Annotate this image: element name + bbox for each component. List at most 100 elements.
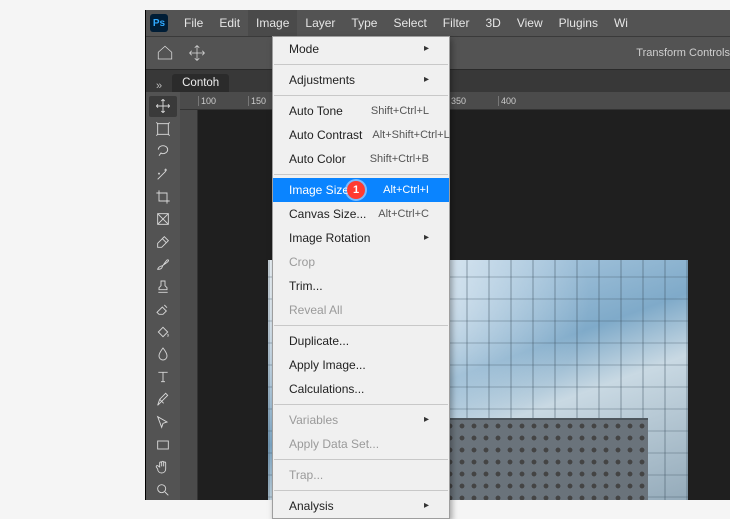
menu-layer[interactable]: Layer — [297, 10, 343, 36]
brush-icon — [155, 256, 171, 272]
menu-item-label: Image Rotation — [289, 229, 370, 247]
lasso-tool[interactable] — [149, 141, 177, 162]
menu-item-apply-data-set: Apply Data Set... — [273, 432, 449, 456]
menu-item-label: Adjustments — [289, 71, 355, 89]
menu-item-label: Variables — [289, 411, 338, 429]
menu-3d[interactable]: 3D — [477, 10, 508, 36]
menu-wi[interactable]: Wi — [606, 10, 636, 36]
menu-item-label: Trap... — [289, 466, 323, 484]
hand-icon — [155, 459, 171, 475]
move-icon — [155, 98, 171, 114]
eraser-tool[interactable] — [149, 299, 177, 320]
zoom-icon — [155, 482, 171, 498]
smudge-icon — [155, 346, 171, 362]
menu-item-label: Trim... — [289, 277, 323, 295]
panel-collapse-icon[interactable]: » — [156, 80, 162, 92]
menu-item-calculations[interactable]: Calculations... — [273, 377, 449, 401]
menu-item-duplicate[interactable]: Duplicate... — [273, 329, 449, 353]
menu-item-label: Auto Contrast — [289, 126, 362, 144]
menu-item-label: Apply Data Set... — [289, 435, 379, 453]
rectangle-icon — [155, 437, 171, 453]
tool-panel — [146, 92, 180, 500]
menu-separator — [274, 174, 448, 175]
menu-item-canvas-size[interactable]: Canvas Size...Alt+Ctrl+C — [273, 202, 449, 226]
ruler-tick: 400 — [498, 96, 548, 106]
ruler-vertical — [180, 110, 198, 500]
menu-type[interactable]: Type — [343, 10, 385, 36]
paint-bucket-tool[interactable] — [149, 322, 177, 343]
menu-item-analysis[interactable]: Analysis — [273, 494, 449, 518]
move-tool[interactable] — [149, 96, 177, 117]
menu-item-label: Canvas Size... — [289, 205, 366, 223]
menu-item-label: Auto Color — [289, 150, 346, 168]
eyedropper-icon — [155, 234, 171, 250]
menu-item-shortcut: Shift+Ctrl+L — [361, 102, 429, 120]
step-badge: 1 — [347, 181, 365, 199]
hand-tool[interactable] — [149, 457, 177, 478]
canvas-area[interactable]: 100150200250300350400 — [180, 92, 730, 500]
zoom-tool[interactable] — [149, 480, 177, 501]
crop-icon — [155, 189, 171, 205]
menu-item-trim[interactable]: Trim... — [273, 274, 449, 298]
menu-item-trap: Trap... — [273, 463, 449, 487]
brush-tool[interactable] — [149, 254, 177, 275]
menu-item-auto-color[interactable]: Auto Color Shift+Ctrl+B — [273, 147, 449, 171]
menu-file[interactable]: File — [176, 10, 211, 36]
transform-controls-label[interactable]: Transform Controls — [636, 47, 730, 59]
menu-item-auto-contrast[interactable]: Auto ContrastAlt+Shift+Ctrl+L — [273, 123, 449, 147]
image-menu-dropdown: ModeAdjustmentsAuto ToneShift+Ctrl+LAuto… — [272, 36, 450, 519]
menu-edit[interactable]: Edit — [211, 10, 248, 36]
home-icon[interactable] — [156, 44, 174, 62]
eyedropper-tool[interactable] — [149, 231, 177, 252]
eraser-icon — [155, 301, 171, 317]
menu-separator — [274, 459, 448, 460]
crop-tool[interactable] — [149, 186, 177, 207]
menu-item-shortcut: Alt+Shift+Ctrl+L — [362, 126, 449, 144]
menu-item-image-rotation[interactable]: Image Rotation — [273, 226, 449, 250]
menu-item-label: Duplicate... — [289, 332, 349, 350]
ruler-tick: 350 — [448, 96, 498, 106]
stamp-tool[interactable] — [149, 277, 177, 298]
menu-filter[interactable]: Filter — [435, 10, 478, 36]
menu-item-mode[interactable]: Mode — [273, 37, 449, 61]
menu-item-shortcut: Shift+Ctrl+B — [360, 150, 429, 168]
menu-item-shortcut: Alt+Ctrl+I — [373, 181, 429, 199]
menu-item-crop: Crop — [273, 250, 449, 274]
menu-item-label: Mode — [289, 40, 319, 58]
pen-tool[interactable] — [149, 389, 177, 410]
move-tool-icon[interactable] — [188, 44, 206, 62]
menu-select[interactable]: Select — [385, 10, 434, 36]
menu-item-auto-tone[interactable]: Auto ToneShift+Ctrl+L — [273, 99, 449, 123]
paint-bucket-icon — [155, 324, 171, 340]
path-icon — [155, 414, 171, 430]
document-tab[interactable]: Contoh — [172, 74, 229, 92]
menu-item-label: Reveal All — [289, 301, 342, 319]
path-tool[interactable] — [149, 412, 177, 433]
menu-separator — [274, 490, 448, 491]
type-tool[interactable] — [149, 367, 177, 388]
magic-wand-tool[interactable] — [149, 164, 177, 185]
menu-image[interactable]: Image — [248, 10, 297, 36]
menu-plugins[interactable]: Plugins — [551, 10, 606, 36]
menu-item-label: Crop — [289, 253, 315, 271]
menu-item-image-size[interactable]: Image Size...Alt+Ctrl+I1 — [273, 178, 449, 202]
app-logo: Ps — [150, 14, 168, 32]
smudge-tool[interactable] — [149, 344, 177, 365]
menu-item-apply-image[interactable]: Apply Image... — [273, 353, 449, 377]
type-icon — [155, 369, 171, 385]
menu-item-label: Apply Image... — [289, 356, 366, 374]
menu-item-adjustments[interactable]: Adjustments — [273, 68, 449, 92]
artboard-tool[interactable] — [149, 119, 177, 140]
ruler-tick: 100 — [198, 96, 248, 106]
menu-item-shortcut: Alt+Ctrl+C — [368, 205, 429, 223]
magic-wand-icon — [155, 166, 171, 182]
rectangle-tool[interactable] — [149, 434, 177, 455]
menubar: Ps FileEditImageLayerTypeSelectFilter3DV… — [146, 10, 730, 36]
lasso-icon — [155, 143, 171, 159]
frame-tool[interactable] — [149, 209, 177, 230]
menu-separator — [274, 404, 448, 405]
menu-item-reveal-all: Reveal All — [273, 298, 449, 322]
menu-view[interactable]: View — [509, 10, 551, 36]
menu-item-variables: Variables — [273, 408, 449, 432]
ruler-horizontal: 100150200250300350400 — [180, 92, 730, 110]
